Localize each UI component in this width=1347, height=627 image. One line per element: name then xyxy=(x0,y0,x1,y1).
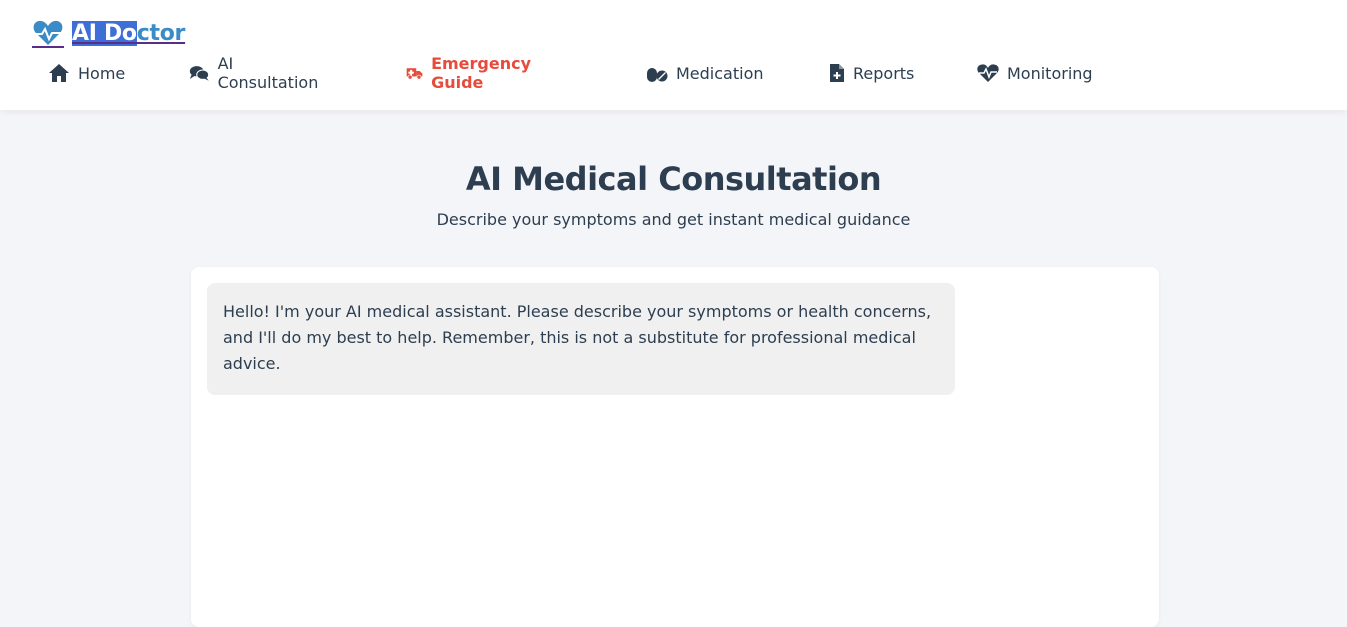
heart-pulse-icon xyxy=(32,18,64,48)
logo-text-rest: ctor xyxy=(136,20,186,46)
ambulance-icon xyxy=(406,68,423,80)
page-title: AI Medical Consultation xyxy=(465,160,882,198)
nav-medication[interactable]: Medication xyxy=(646,60,764,86)
nav-ai-consultation-label: AI Consultation xyxy=(217,54,319,92)
nav-emergency-guide-label: Emergency Guide xyxy=(431,54,532,92)
logo-link[interactable]: AI Doctor xyxy=(32,16,185,50)
app-header: AI Doctor Home AI Consultation Emergency… xyxy=(0,0,1347,110)
medical-file-icon xyxy=(830,64,844,82)
logo-text: AI Doctor xyxy=(72,20,186,46)
page-subtitle: Describe your symptoms and get instant m… xyxy=(436,210,911,229)
nav-reports[interactable]: Reports xyxy=(829,60,914,86)
chat-bubbles-icon xyxy=(189,66,210,81)
nav-ai-consultation[interactable]: AI Consultation xyxy=(189,54,322,92)
nav-home[interactable]: Home xyxy=(48,60,125,86)
nav-reports-label: Reports xyxy=(853,63,915,83)
nav-home-label: Home xyxy=(78,63,126,83)
assistant-message: Hello! I'm your AI medical assistant. Pl… xyxy=(207,283,955,395)
home-icon xyxy=(49,64,69,82)
nav-monitoring-label: Monitoring xyxy=(1007,63,1093,83)
nav-medication-label: Medication xyxy=(676,63,764,83)
heart-monitor-icon xyxy=(977,64,999,82)
pills-icon xyxy=(647,68,668,82)
nav-monitoring[interactable]: Monitoring xyxy=(977,60,1093,86)
nav-emergency-guide[interactable]: Emergency Guide xyxy=(406,54,539,92)
logo-text-selected: AI Do xyxy=(72,20,137,46)
chat-window: Hello! I'm your AI medical assistant. Pl… xyxy=(191,267,1159,627)
